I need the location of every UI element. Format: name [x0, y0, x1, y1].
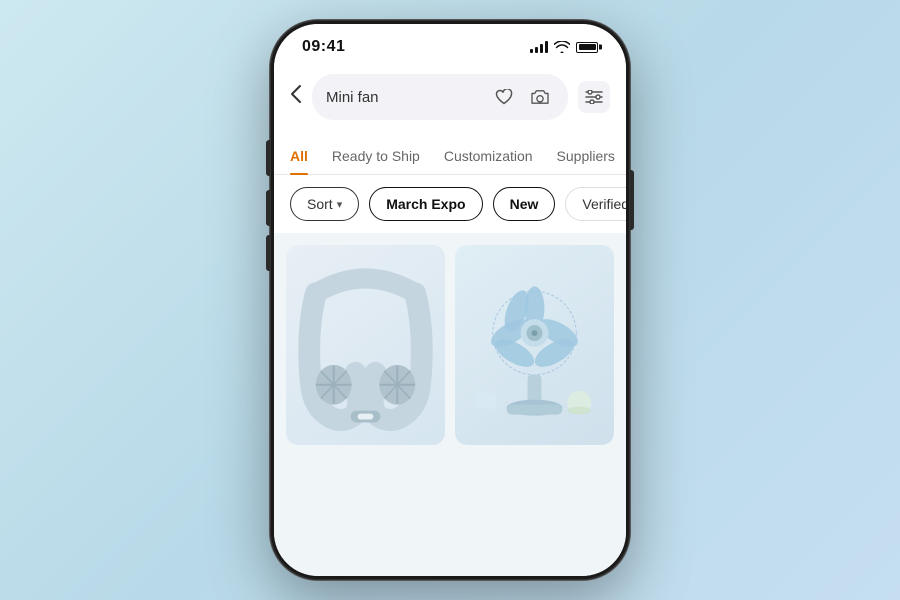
tab-ready-to-ship[interactable]: Ready to Ship — [332, 138, 420, 174]
tabs-container: All Ready to Ship Customization Supplier… — [274, 134, 626, 175]
phone-screen: 09:41 — [274, 24, 626, 576]
search-right-icons — [490, 83, 554, 111]
battery-icon — [576, 42, 598, 53]
camera-search-icon[interactable] — [526, 83, 554, 111]
search-query: Mini fan — [326, 89, 379, 106]
verified-chip[interactable]: Verified suppliers — [565, 187, 626, 221]
filter-icon[interactable] — [578, 81, 610, 113]
chevron-down-icon: ▾ — [337, 198, 343, 211]
product-card-desk-fan[interactable] — [455, 245, 614, 445]
product-grid — [274, 233, 626, 576]
tab-all[interactable]: All — [290, 138, 308, 174]
search-bar[interactable]: Mini fan — [312, 74, 568, 120]
wifi-icon — [554, 41, 570, 53]
new-chip[interactable]: New — [493, 187, 556, 221]
status-icons — [530, 41, 598, 53]
desk-fan-image — [455, 245, 614, 445]
new-label: New — [510, 196, 539, 212]
neck-fan-image — [286, 245, 445, 445]
back-button[interactable] — [290, 84, 302, 110]
desk-fan-illustration — [455, 253, 614, 438]
march-expo-chip[interactable]: March Expo — [369, 187, 482, 221]
verified-label: Verified suppliers — [582, 196, 626, 212]
status-time: 09:41 — [302, 38, 345, 56]
signal-icon — [530, 41, 548, 53]
status-bar: 09:41 — [274, 24, 626, 64]
phone-frame: 09:41 — [270, 20, 630, 580]
wishlist-icon[interactable] — [490, 83, 518, 111]
sort-chip[interactable]: Sort ▾ — [290, 187, 359, 221]
tab-suppliers[interactable]: Suppliers — [557, 138, 615, 174]
filter-chips: Sort ▾ March Expo New Verified suppliers — [274, 175, 626, 233]
product-card-neck-fan[interactable] — [286, 245, 445, 445]
search-area: Mini fan — [274, 64, 626, 134]
sort-label: Sort — [307, 196, 333, 212]
neck-fan-illustration — [286, 253, 445, 438]
tab-customization[interactable]: Customization — [444, 138, 533, 174]
march-expo-label: March Expo — [386, 196, 465, 212]
